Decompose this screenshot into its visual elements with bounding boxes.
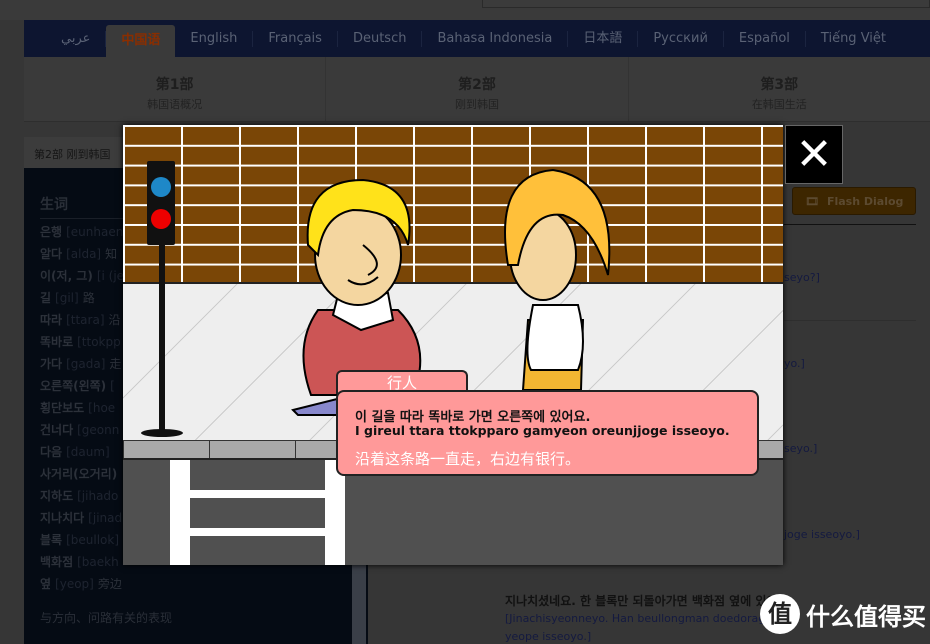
vocab-korean: 사거리(오거리) bbox=[40, 467, 118, 481]
vocab-romanization: [hoe bbox=[88, 401, 116, 415]
part-subtitle: 刚到韩国 bbox=[454, 98, 499, 111]
lang-spanish[interactable]: Español bbox=[724, 30, 806, 47]
flash-dialog-button[interactable]: 🎞 Flash Dialog bbox=[792, 187, 916, 215]
vocab-korean: 백화점 bbox=[40, 555, 74, 569]
lang-french[interactable]: Français bbox=[253, 30, 338, 47]
vocab-korean: 지나치다 bbox=[40, 511, 85, 525]
watermark-logo-icon: 值 bbox=[760, 594, 800, 634]
woman-character bbox=[504, 168, 611, 391]
vocab-korean: 옆 bbox=[40, 577, 52, 591]
divider bbox=[784, 224, 916, 225]
vocab-romanization: [jinad bbox=[88, 511, 123, 525]
dialog-romanization: [Jinachisyeonneyo. Han beullongman doedo… bbox=[505, 612, 766, 625]
vocab-item: 옆 [yeop] 旁边 bbox=[40, 573, 368, 595]
dialog-line-fragment: yo.] bbox=[784, 357, 805, 370]
part-3[interactable]: 第3部在韩国生活 bbox=[629, 57, 930, 121]
vocab-romanization: [jihado bbox=[77, 489, 119, 503]
parts-nav: 第1部韩国语概况 第2部刚到韩国 第3部在韩国生活 bbox=[24, 57, 930, 122]
breadcrumb: 第2部 刚到韩国 bbox=[34, 148, 111, 161]
vocab-meaning: 沿 bbox=[108, 313, 121, 327]
lang-arabic[interactable]: عربي bbox=[46, 30, 107, 47]
vocab-romanization: [gil] bbox=[55, 291, 79, 305]
vocab-romanization: [ttara] bbox=[66, 313, 105, 327]
vocab-romanization: [alda] bbox=[66, 247, 102, 261]
vocab-korean: 건너다 bbox=[40, 423, 74, 437]
vocab-korean: 가다 bbox=[40, 357, 63, 371]
vocab-korean: 알다 bbox=[40, 247, 63, 261]
sidebar-scrollbar[interactable] bbox=[352, 560, 366, 644]
vocab-romanization: [yeop] bbox=[55, 577, 94, 591]
film-icon: 🎞 bbox=[805, 194, 819, 208]
divider bbox=[784, 320, 916, 321]
lang-indonesian[interactable]: Bahasa Indonesia bbox=[422, 30, 569, 47]
bubble-chinese: 沿着这条路一直走，右边有银行。 bbox=[355, 450, 581, 468]
vocab-korean: 따라 bbox=[40, 313, 63, 327]
vocab-romanization: [gada] bbox=[66, 357, 106, 371]
vocab-meaning: 路 bbox=[82, 291, 95, 305]
lang-german[interactable]: Deutsch bbox=[338, 30, 423, 47]
dialog-line-fragment: joge isseoyo.] bbox=[784, 528, 860, 541]
vocab-romanization: [beullok] bbox=[66, 533, 120, 547]
part-title: 第1部 bbox=[155, 77, 194, 93]
section-heading: 与方向、问路有关的表现 bbox=[40, 611, 173, 625]
vocab-romanization: [eunhaen bbox=[66, 225, 124, 239]
language-nav: عربي 中国语 English Français Deutsch Bahasa… bbox=[24, 20, 930, 57]
dialog-korean: 지나치셨네요. 한 블록만 되돌아가면 백화점 옆에 있어요. bbox=[505, 594, 794, 608]
vocab-romanization: [ttokpp bbox=[77, 335, 121, 349]
dialog-line-fragment: seyo?] bbox=[784, 271, 820, 284]
vocab-korean: 지하도 bbox=[40, 489, 74, 503]
vocab-korean: 은행 bbox=[40, 225, 63, 239]
vocab-meaning: 知 bbox=[105, 247, 118, 261]
vocab-romanization: [baekh bbox=[77, 555, 119, 569]
part-subtitle: 韩国语概况 bbox=[147, 98, 203, 111]
close-dialog-button[interactable]: ✕ bbox=[785, 125, 843, 184]
vocab-meaning: 走 bbox=[109, 357, 122, 371]
cartoon-characters bbox=[291, 168, 611, 416]
vocab-meaning: 旁边 bbox=[97, 577, 122, 591]
lang-vietnamese[interactable]: Tiếng Việt bbox=[806, 31, 901, 47]
vocab-korean: 길 bbox=[40, 291, 52, 305]
vocab-romanization: [daum] bbox=[66, 445, 110, 459]
part-subtitle: 在韩国生活 bbox=[751, 98, 807, 111]
vocab-romanization: [geonn bbox=[77, 423, 120, 437]
vocab-romanization: [ bbox=[110, 379, 115, 393]
lang-russian[interactable]: Русский bbox=[638, 30, 724, 47]
part-1[interactable]: 第1部韩国语概况 bbox=[24, 57, 327, 121]
bubble-romanization: I gireul ttara ttokpparo gamyeon oreunjj… bbox=[355, 423, 730, 438]
part-title: 第3部 bbox=[760, 77, 799, 93]
dialog-romanization: yeope isseoyo.] bbox=[505, 630, 592, 643]
vocab-romanization: [i (je bbox=[96, 269, 125, 283]
lang-japanese[interactable]: 日本語 bbox=[568, 30, 639, 47]
watermark: 值 什么值得买 bbox=[760, 594, 926, 634]
top-box bbox=[482, 0, 930, 8]
flash-dialog-popup bbox=[123, 125, 783, 565]
flash-dialog-label: Flash Dialog bbox=[826, 194, 904, 208]
lang-chinese[interactable]: 中国语 bbox=[106, 25, 176, 57]
vocab-korean: 오른쪽(왼쪽) bbox=[40, 379, 107, 393]
part-title: 第2部 bbox=[458, 77, 496, 93]
lang-english[interactable]: English bbox=[175, 30, 254, 47]
vocab-korean: 똑바로 bbox=[40, 335, 74, 349]
vocab-korean: 다음 bbox=[40, 445, 63, 459]
dialog-line-fragment: seyo.] bbox=[784, 442, 818, 455]
watermark-text: 什么值得买 bbox=[806, 602, 926, 631]
part-2[interactable]: 第2部刚到韩国 bbox=[326, 57, 629, 121]
vocab-korean: 이(저, 그) bbox=[40, 269, 93, 283]
vocab-korean: 블록 bbox=[40, 533, 63, 547]
vocab-korean: 횡단보도 bbox=[40, 401, 85, 415]
